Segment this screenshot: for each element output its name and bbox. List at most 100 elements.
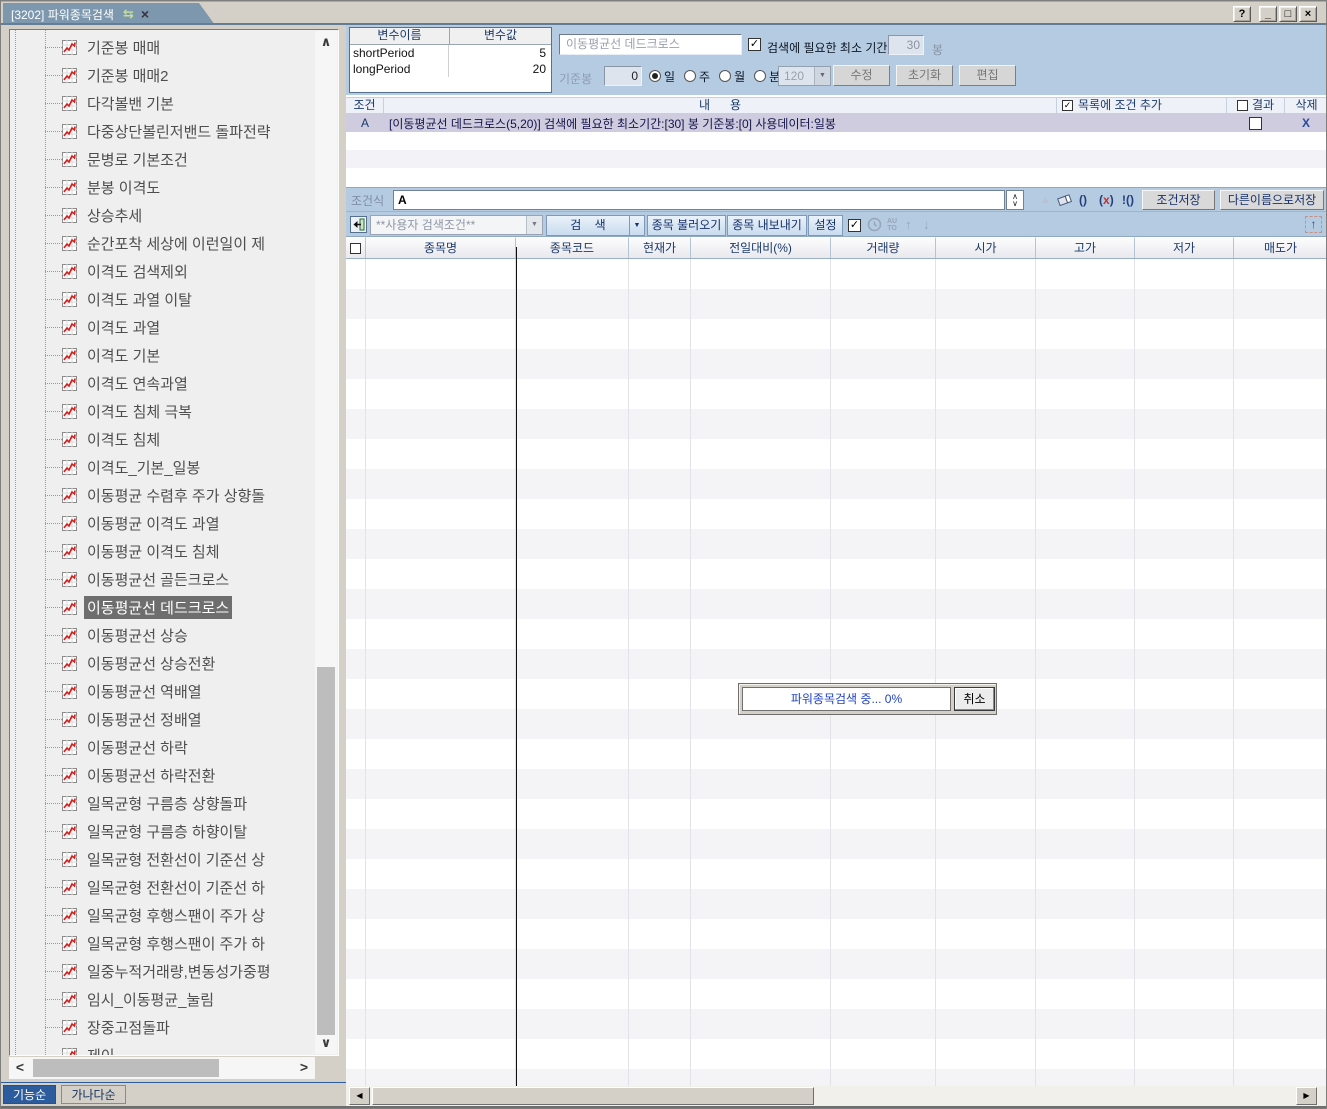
minimize-button[interactable]: _ (1259, 6, 1277, 22)
select-all-checkbox[interactable] (350, 243, 361, 254)
tree-item[interactable]: 다중상단볼린저밴드 돌파전략 (10, 117, 315, 145)
load-stocks-button[interactable]: 종목 불러오기 (647, 215, 726, 236)
tree-item[interactable]: 상승추세 (10, 201, 315, 229)
chevron-down-icon[interactable]: ▼ (526, 216, 542, 234)
close-button[interactable]: × (1299, 6, 1317, 22)
column-header[interactable]: 현재가 (629, 237, 691, 258)
tree-item[interactable]: 일목균형 후행스팬이 주가 상 (10, 901, 315, 929)
scrollbar-thumb[interactable] (317, 667, 335, 1035)
tree-item[interactable]: 문병로 기본조건 (10, 145, 315, 173)
tree-item[interactable]: 이동평균선 하락 (10, 733, 315, 761)
min-period-field[interactable]: 30 (888, 35, 924, 55)
search-dropdown-icon[interactable]: ▼ (629, 215, 645, 236)
move-up-icon[interactable]: ↑ (905, 217, 912, 232)
save-as-button[interactable]: 다른이름으로저장 (1220, 190, 1324, 210)
scroll-down-icon[interactable]: ∨ (315, 1032, 337, 1054)
chevron-down-icon[interactable]: ▼ (814, 67, 830, 85)
tree-item[interactable]: 이동평균선 하락전환 (10, 761, 315, 789)
tree-item[interactable]: 이동평균선 상승전환 (10, 649, 315, 677)
tab-function-order[interactable]: 기능순 (3, 1085, 56, 1104)
base-candle-field[interactable]: 0 (604, 66, 642, 86)
tree-item[interactable]: 분봉 이격도 (10, 173, 315, 201)
tree-item[interactable]: 일목균형 후행스팬이 주가 하 (10, 929, 315, 957)
tree-item[interactable]: 순간포착 세상에 이런일이 제 (10, 229, 315, 257)
radio-icon[interactable] (684, 70, 696, 82)
tree-item[interactable]: 이격도_기본_일봉 (10, 453, 315, 481)
minute-dropdown[interactable]: 120 ▼ (778, 66, 831, 86)
tree-horizontal-scrollbar[interactable]: < > (9, 1057, 315, 1079)
scroll-left-icon[interactable]: < (9, 1057, 31, 1079)
column-header[interactable]: 고가 (1036, 237, 1135, 258)
formula-input[interactable]: A (393, 190, 1005, 210)
tree-item[interactable]: 일목균형 전환선이 기준선 하 (10, 873, 315, 901)
result-checkbox[interactable] (1237, 100, 1248, 111)
variable-row[interactable]: shortPeriod5 (350, 45, 551, 61)
scroll-right-icon[interactable]: > (293, 1057, 315, 1079)
period-radio-4[interactable]: 분 (754, 68, 780, 85)
tree-item[interactable]: 이동평균선 골든크로스 (10, 565, 315, 593)
column-header[interactable]: 거래량 (831, 237, 936, 258)
tree-item[interactable]: 제이 (10, 1041, 315, 1055)
edit-button[interactable]: 편집 (959, 65, 1016, 86)
tree-item[interactable]: 일목균형 구름층 상향돌파 (10, 789, 315, 817)
tree-item[interactable]: 이동평균선 역배열 (10, 677, 315, 705)
results-horizontal-scrollbar[interactable]: ◀ ▶ (346, 1086, 1327, 1106)
tree-item[interactable]: 일목균형 전환선이 기준선 상 (10, 845, 315, 873)
paren-button[interactable]: () (1079, 193, 1087, 207)
tab-alphabetical-order[interactable]: 가나다순 (61, 1085, 125, 1104)
tree-item[interactable]: 이격도 과열 (10, 313, 315, 341)
column-header[interactable]: 종목명 (366, 237, 516, 258)
settings-button[interactable]: 설정 (808, 215, 843, 236)
tree-item[interactable]: 이동평균선 정배열 (10, 705, 315, 733)
tab-close-icon[interactable]: × (141, 8, 149, 20)
period-radio-2[interactable]: 주 (684, 68, 710, 85)
move-down-icon[interactable]: ↓ (923, 217, 930, 232)
tree-item[interactable]: 이격도 검색제외 (10, 257, 315, 285)
tree-item[interactable]: 이격도 침체 (10, 425, 315, 453)
paren-not-button[interactable]: !() (1122, 193, 1134, 207)
preset-dropdown[interactable]: **사용자 검색조건** ▼ (370, 215, 543, 235)
tree-item[interactable]: 임시_이동평균_눌림 (10, 985, 315, 1013)
variable-row[interactable]: longPeriod20 (350, 61, 551, 77)
tree-item[interactable]: 이동평균선 데드크로스 (10, 593, 315, 621)
auto-icon[interactable]: AU TO (887, 218, 897, 232)
tree-item[interactable]: 이동평균 이격도 과열 (10, 509, 315, 537)
tree-item[interactable]: 이동평균 수렴후 주가 상향돌 (10, 481, 315, 509)
toolbar-checkbox[interactable]: ✓ (848, 219, 861, 232)
search-button[interactable]: 검 색 (546, 215, 630, 236)
window-tab[interactable]: [3202] 파워종목검색 ⇆ × (3, 3, 215, 25)
help-button[interactable]: ? (1233, 6, 1251, 22)
tree-item[interactable]: 장중고점돌파 (10, 1013, 315, 1041)
eraser-icon[interactable] (1057, 192, 1074, 207)
add-to-list-checkbox[interactable]: ✓ (1062, 100, 1073, 111)
period-radio-3[interactable]: 월 (719, 68, 745, 85)
radio-icon[interactable] (649, 70, 661, 82)
condition-name-field[interactable]: 이동평균선 데드크로스 (559, 34, 742, 55)
dock-left-icon[interactable] (350, 216, 367, 233)
period-radio-1[interactable]: 일 (649, 68, 675, 85)
condition-row[interactable]: A [이동평균선 데드크로스(5,20)] 검색에 필요한 최소기간:[30] … (346, 114, 1327, 132)
scrollbar-thumb[interactable] (372, 1087, 814, 1105)
tree-item[interactable]: 이동평균 이격도 침체 (10, 537, 315, 565)
clear-triangle-icon[interactable]: ▲ (1040, 194, 1051, 206)
send-to-top-icon[interactable]: ↑ (1305, 216, 1322, 233)
tree-item[interactable]: 이격도 기본 (10, 341, 315, 369)
maximize-button[interactable]: □ (1279, 6, 1297, 22)
swap-arrows-icon[interactable]: ⇆ (123, 6, 134, 22)
min-period-checkbox[interactable]: ✓ (748, 38, 761, 51)
formula-spinner[interactable]: ∧ ∨ (1006, 190, 1024, 210)
scroll-left-icon[interactable]: ◀ (349, 1087, 370, 1105)
paren-x-button[interactable]: (x) (1099, 193, 1114, 207)
scroll-up-icon[interactable]: ∧ (315, 31, 337, 53)
radio-icon[interactable] (754, 70, 766, 82)
save-condition-button[interactable]: 조건저장 (1142, 190, 1215, 210)
export-stocks-button[interactable]: 종목 내보내기 (727, 215, 807, 236)
tree-item[interactable]: 이격도 과열 이탈 (10, 285, 315, 313)
column-header[interactable]: 시가 (936, 237, 1036, 258)
scroll-right-icon[interactable]: ▶ (1296, 1087, 1317, 1105)
clock-icon[interactable] (867, 217, 882, 232)
tree-item[interactable]: 일목균형 구름층 하향이탈 (10, 817, 315, 845)
scrollbar-thumb[interactable] (33, 1059, 219, 1077)
tree-item[interactable]: 이격도 침체 극복 (10, 397, 315, 425)
spin-down-icon[interactable]: ∨ (1012, 200, 1018, 207)
